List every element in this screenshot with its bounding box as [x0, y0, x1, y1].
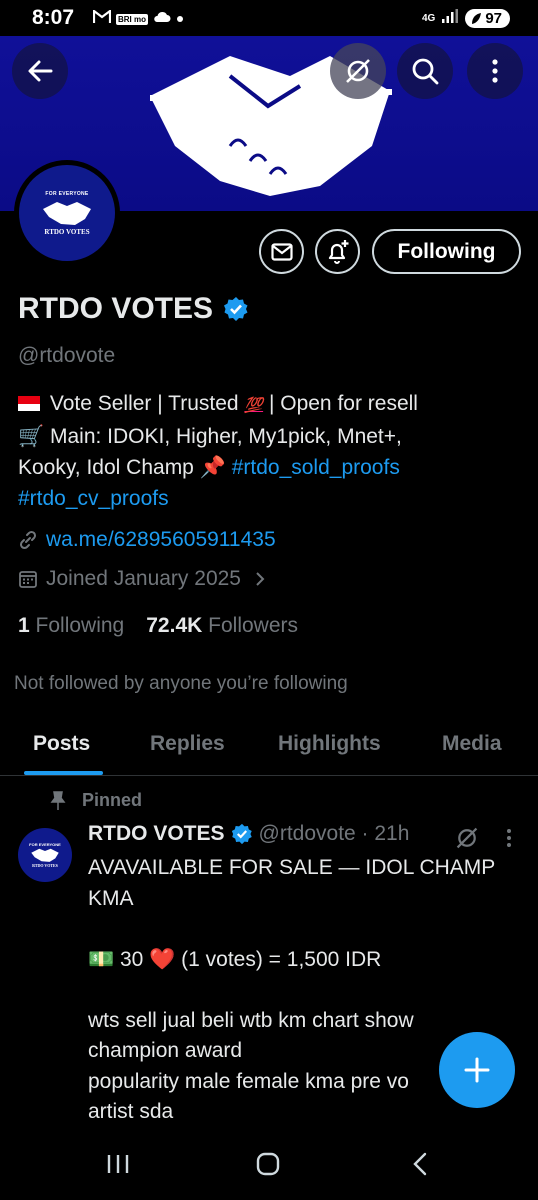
profile-handle: @rtdovote: [18, 344, 116, 367]
bri-mo-icon: BRI mo: [116, 13, 148, 25]
verified-badge-icon[interactable]: [223, 296, 249, 322]
profile-link-row[interactable]: wa.me/62895605911435: [18, 528, 276, 552]
handshake-icon: [31, 848, 59, 862]
hashtag-cv-proofs[interactable]: #rtdo_cv_proofs: [18, 487, 169, 510]
battery-level: 97: [485, 10, 502, 27]
grok-icon: [346, 59, 370, 83]
message-button[interactable]: [259, 229, 304, 274]
link-icon: [19, 530, 37, 550]
status-bar: 8:07 BRI mo 4G 97: [0, 0, 538, 36]
tab-posts[interactable]: Posts: [33, 732, 90, 756]
profile-bio: Vote Seller | Trusted 💯 | Open for resel…: [18, 388, 523, 514]
pinned-label: Pinned: [82, 790, 143, 810]
active-tab-indicator: [24, 771, 103, 775]
post-grok-button[interactable]: [455, 826, 479, 855]
search-button[interactable]: [397, 43, 453, 99]
battery-leaf-icon: [472, 13, 482, 24]
post-line: AVAVAILABLE FOR SALE — IDOL CHAMP: [88, 856, 496, 879]
following-count: 1: [18, 614, 30, 637]
pinned-label-row: Pinned: [50, 790, 142, 811]
grok-icon: [456, 827, 478, 849]
back-icon: [413, 1152, 427, 1176]
post-line: [88, 975, 528, 1006]
following-stat[interactable]: 1 Following: [18, 614, 124, 638]
hashtag-sold-proofs[interactable]: #rtdo_sold_proofs: [232, 456, 400, 479]
system-back-button[interactable]: [410, 1152, 430, 1181]
chevron-right-icon: [256, 572, 265, 586]
joined-row[interactable]: Joined January 2025: [18, 567, 267, 591]
joined-date: Joined January 2025: [46, 567, 241, 590]
profile-avatar[interactable]: FOR EVERYONE RTDO VOTES: [14, 160, 120, 266]
plus-icon: [464, 1057, 490, 1083]
cloud-icon: [153, 10, 171, 28]
recents-icon: [107, 1155, 129, 1173]
profile-name-row: RTDO VOTES: [18, 292, 249, 326]
bio-text-1-end: | Open for resell: [268, 392, 418, 415]
avatar-bottom-text: RTDO VOTES: [44, 227, 90, 236]
bell-plus-icon: [328, 239, 348, 264]
calendar-icon: [19, 571, 37, 588]
post-line: wts sell jual beli wtb km chart show: [88, 1008, 414, 1032]
tab-highlights[interactable]: Highlights: [278, 732, 381, 756]
profile-name: RTDO VOTES: [18, 292, 214, 325]
post-author-name[interactable]: RTDO VOTES: [88, 822, 225, 846]
battery-badge: 97: [465, 9, 510, 28]
bio-line-1: Vote Seller | Trusted 💯 | Open for resel…: [18, 388, 523, 421]
notification-subscribe-button[interactable]: [315, 229, 360, 274]
bio-text-1: Vote Seller | Trusted: [49, 392, 239, 415]
following-label: Following: [35, 614, 125, 637]
arrow-left-icon: [28, 60, 53, 82]
search-icon: [412, 58, 439, 85]
not-followed-notice: Not followed by anyone you’re following: [14, 673, 348, 694]
profile-link[interactable]: wa.me/62895605911435: [46, 528, 276, 552]
status-left-icons: BRI mo: [92, 8, 184, 28]
back-button[interactable]: [12, 43, 68, 99]
home-button[interactable]: [256, 1152, 280, 1181]
signal-icon: [441, 8, 459, 29]
post-header: RTDO VOTES @rtdovote · 21h: [88, 822, 409, 846]
status-time: 8:07: [32, 6, 75, 29]
home-icon: [256, 1152, 280, 1176]
post-avatar[interactable]: FOR EVERYONE RTDO VOTES: [18, 828, 72, 882]
profile-tabs: Posts Replies Highlights Media: [0, 718, 538, 776]
bio-line-2: 🛒 Main: IDOKI, Higher, My1pick, Mnet+,: [18, 425, 402, 448]
network-label: 4G: [421, 13, 436, 24]
tab-replies[interactable]: Replies: [150, 732, 225, 756]
followers-label: Followers: [208, 614, 298, 637]
post-author-handle-time[interactable]: @rtdovote · 21h: [259, 822, 410, 846]
grok-button[interactable]: [330, 43, 386, 99]
system-nav-bar: [0, 1128, 538, 1200]
tab-media[interactable]: Media: [442, 732, 502, 756]
post-more-button[interactable]: [506, 828, 512, 853]
post-line: KMA: [88, 886, 134, 910]
following-button[interactable]: Following: [372, 229, 521, 274]
follow-stats: 1 Following 72.4K Followers: [18, 614, 298, 638]
followers-stat[interactable]: 72.4K Followers: [146, 614, 298, 638]
pin-icon: [50, 790, 66, 810]
post-line: 💵 30 ❤️ (1 votes) = 1,500 IDR: [88, 947, 382, 971]
vertical-dots-icon: [492, 59, 498, 83]
dot-icon: [176, 10, 184, 28]
mail-icon: [270, 242, 293, 261]
recents-button[interactable]: [106, 1152, 130, 1181]
bio-line-3: Kooky, Idol Champ 📌 #rtdo_sold_proofs: [18, 452, 523, 483]
followers-count: 72.4K: [146, 614, 203, 637]
compose-post-button[interactable]: [439, 1032, 515, 1108]
avatar-logo: FOR EVERYONE RTDO VOTES: [19, 165, 115, 261]
verified-badge-icon: [231, 823, 252, 845]
vertical-dots-icon: [507, 829, 511, 847]
post-line: [88, 914, 528, 945]
indonesia-flag-icon: [18, 396, 40, 411]
bio-text-3: Kooky, Idol Champ 📌: [18, 456, 226, 479]
more-options-button[interactable]: [467, 43, 523, 99]
avatar-top-text: FOR EVERYONE: [45, 190, 89, 197]
hundred-points-icon: 💯: [244, 397, 264, 414]
handshake-icon: [43, 201, 91, 225]
bio-line-4: #rtdo_cv_proofs: [18, 483, 523, 514]
post-avatar-bottom-text: RTDO VOTES: [32, 863, 58, 868]
status-right: 4G 97: [422, 8, 510, 29]
gmail-icon: [92, 8, 112, 28]
